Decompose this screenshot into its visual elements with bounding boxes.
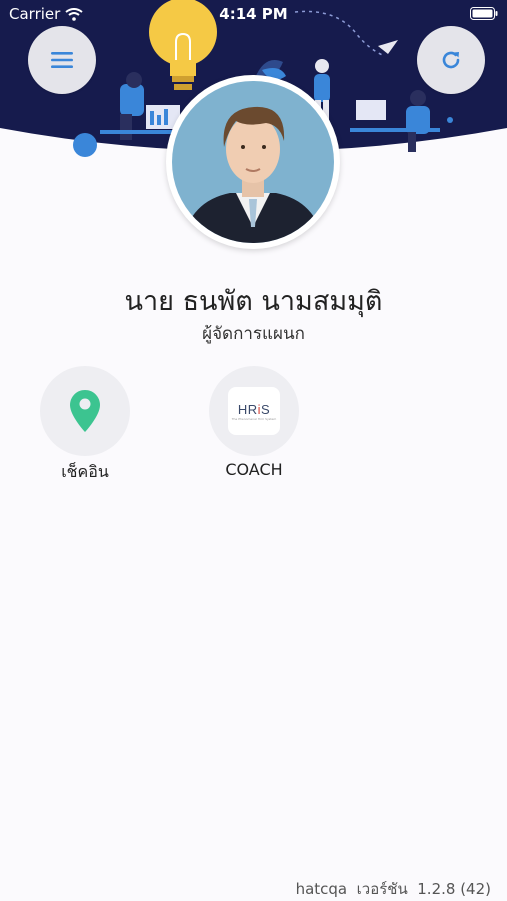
profile-position: ผู้จัดการแผนก <box>202 324 305 344</box>
hris-logo-tagline: The Phenomenal Hrm System <box>231 416 277 421</box>
battery-icon <box>470 7 498 20</box>
version-label: เวอร์ชัน <box>356 880 408 898</box>
hamburger-menu-icon <box>51 52 73 68</box>
status-time: 4:14 PM <box>219 5 288 23</box>
app-version-footer: hatcqa เวอร์ชัน 1.2.8 (42) <box>296 877 491 901</box>
coach-icon-circle[interactable]: HRiS The Phenomenal Hrm System <box>209 366 299 456</box>
hris-logo-text: HRiS <box>237 401 271 417</box>
coach-label: COACH <box>225 460 283 479</box>
app-name: hatcqa <box>295 880 348 898</box>
menu-button[interactable] <box>28 26 96 94</box>
checkin-tile[interactable]: เช็คอิน <box>35 366 135 485</box>
checkin-label: เช็คอิน <box>61 462 109 481</box>
checkin-icon-circle[interactable] <box>40 366 130 456</box>
profile-photo <box>172 81 334 243</box>
refresh-icon <box>442 51 460 69</box>
profile-avatar <box>166 75 340 249</box>
hris-logo: HRiS The Phenomenal Hrm System <box>228 387 280 435</box>
refresh-button[interactable] <box>417 26 485 94</box>
coach-tile[interactable]: HRiS The Phenomenal Hrm System COACH <box>204 366 304 479</box>
status-bar: Carrier 4:14 PM <box>0 0 507 28</box>
profile-name: นาย ธนพัต นามสมมุติ <box>124 286 383 317</box>
version-number: 1.2.8 (42) <box>417 880 491 898</box>
location-pin-icon <box>70 390 100 432</box>
